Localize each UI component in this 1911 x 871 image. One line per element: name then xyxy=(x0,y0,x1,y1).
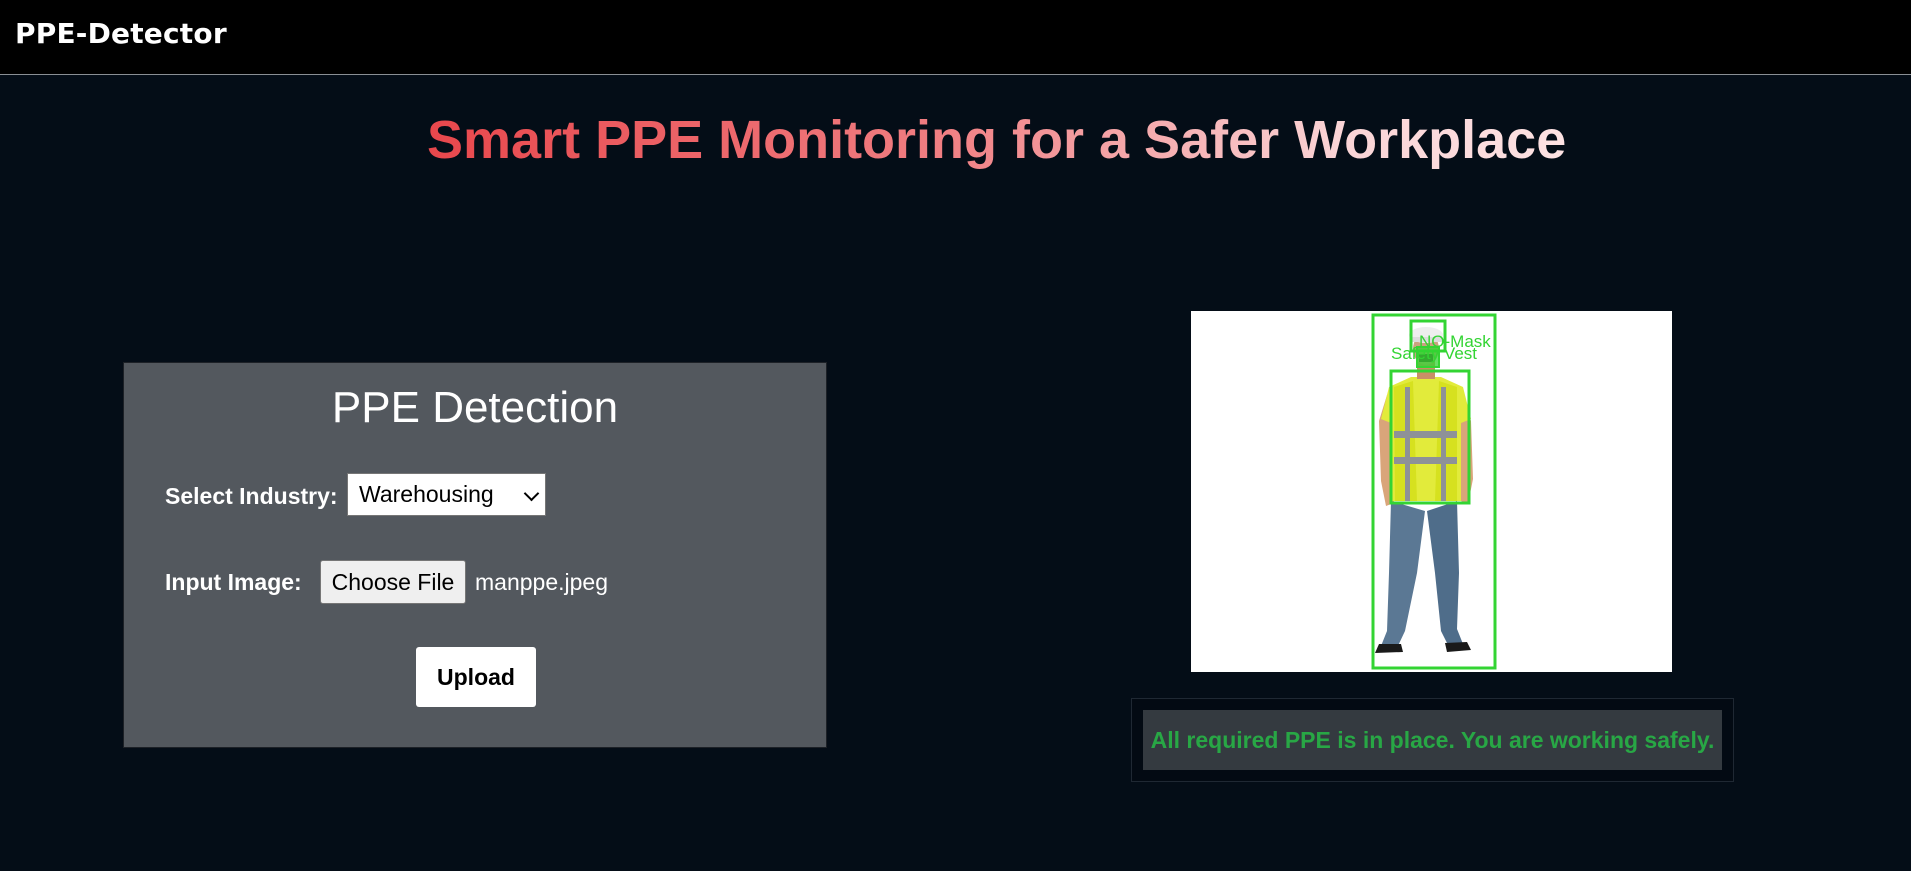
brand-logo-text[interactable]: PPE-Detector xyxy=(15,17,227,50)
ppe-detection-form: PPE Detection Select Industry: Warehousi… xyxy=(123,362,827,748)
industry-select[interactable]: Warehousing xyxy=(347,473,546,516)
choose-file-button[interactable]: Choose File xyxy=(320,560,466,604)
form-heading: PPE Detection xyxy=(331,383,619,432)
status-message: All required PPE is in place. You are wo… xyxy=(1143,710,1722,770)
detection-result-image: NO-Mask Safety Vest xyxy=(1191,311,1672,672)
page-title: Smart PPE Monitoring for a Safer Workpla… xyxy=(0,108,1911,172)
page-title-text: Smart PPE Monitoring for a Safer Workpla… xyxy=(427,110,1567,170)
industry-label: Select Industry: xyxy=(165,483,338,509)
annotated-worker-photo: NO-Mask Safety Vest xyxy=(1371,313,1497,670)
selected-file-name: manppe.jpeg xyxy=(475,569,608,595)
detection-label-safety-vest: Safety Vest xyxy=(1391,344,1477,363)
industry-select-value: Warehousing xyxy=(359,481,494,507)
input-image-label: Input Image: xyxy=(165,569,302,595)
upload-button[interactable]: Upload xyxy=(416,647,536,707)
chevron-down-icon xyxy=(523,485,540,502)
status-panel: All required PPE is in place. You are wo… xyxy=(1131,698,1734,782)
top-navbar: PPE-Detector xyxy=(0,0,1911,75)
